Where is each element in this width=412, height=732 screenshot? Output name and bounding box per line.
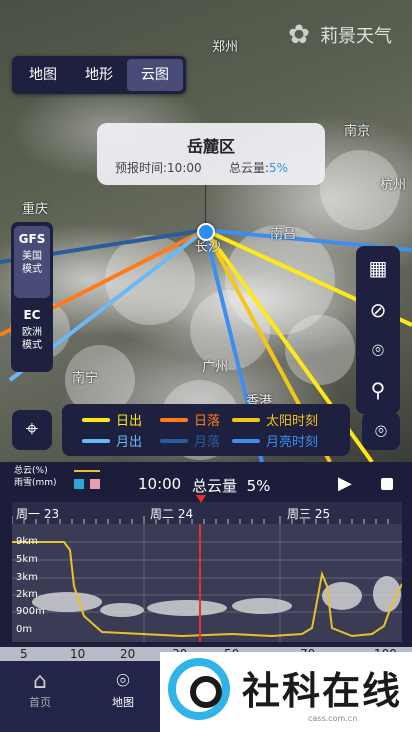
timeline-cloud: 总云量 5%: [192, 475, 270, 496]
logo-text: 莉景天气: [320, 26, 392, 47]
model-panel: GFS 美国 模式 EC 欧洲 模式: [11, 222, 53, 372]
legend-sunset: 日落: [160, 410, 220, 429]
legend-rain-label: 雨雪(mm): [14, 478, 57, 488]
popup-title: 岳麓区: [186, 137, 235, 156]
timeline-panel: 总云(%) 雨雪(mm) 10:00 总云量 5% ▶ 周一 23 周二 24 …: [0, 462, 412, 647]
watermark-overlay: 社科在线 cass.com.cn: [160, 652, 412, 732]
legend-label: 月亮时刻: [266, 435, 319, 450]
legend-swatch: [160, 438, 188, 443]
layer-tabs: 地图 地形 云图: [12, 56, 186, 94]
timeline-time: 10:00: [138, 475, 182, 493]
satellite-icon[interactable]: ⊘: [366, 298, 390, 322]
watermark-text: 社科在线: [242, 669, 403, 713]
timeline-cloud-value: 5%: [246, 477, 271, 495]
nav-home-label: 首页: [29, 696, 51, 709]
home-icon: ⌂: [33, 669, 47, 694]
model-ec-desc1: 欧洲: [22, 327, 42, 338]
cloud-profile-plot[interactable]: 9km 5km 3km 2km 900m 0m: [12, 524, 402, 642]
cloud-map[interactable]: 郑州 南京 杭州 重庆 长沙 南昌 广州 南宁 香港 ✿ 莉景天气 地图 地形 …: [0, 0, 412, 462]
cloud-amount-value: 5%: [269, 161, 289, 175]
legend-sun-time: 太阳时刻: [232, 410, 318, 429]
model-ec[interactable]: EC 欧洲 模式: [14, 302, 50, 368]
legend-moonrise: 月出: [82, 431, 142, 450]
screenshot-camera-icon[interactable]: ⌾: [362, 412, 400, 450]
day-monday: 周一 23: [16, 507, 60, 521]
model-gfs-code: GFS: [18, 232, 46, 246]
legend-label: 日出: [116, 414, 143, 429]
legend-swatch: [160, 417, 188, 422]
legend-swatch: [82, 438, 110, 443]
day-row: 周一 23 周二 24 周三 25: [12, 502, 402, 524]
city-guangzhou: 广州: [202, 360, 229, 375]
scale-label: 5: [20, 647, 28, 661]
city-nanchang: 南昌: [270, 227, 297, 242]
scale-label: 10: [70, 647, 86, 661]
cloud-line-swatch: [74, 470, 100, 472]
legend-swatch: [82, 417, 110, 422]
day-ticks: [12, 516, 389, 524]
y-label-0m: 0m: [16, 624, 33, 635]
day-tuesday: 周二 24: [150, 507, 194, 521]
city-nanning: 南宁: [72, 371, 99, 386]
model-ec-desc2: 模式: [22, 340, 42, 351]
y-label-5km: 5km: [16, 554, 38, 565]
cloud-amount: 总云量:5%: [229, 159, 288, 176]
tab-map[interactable]: 地图: [15, 59, 71, 91]
forecast-time-value: 10:00: [167, 161, 202, 175]
watermark-logo-icon: [168, 658, 230, 720]
legend-label: 日落: [194, 414, 221, 429]
forecast-time: 预报时间:10:00: [115, 159, 202, 176]
legend-label: 太阳时刻: [266, 414, 319, 429]
time-marker-top-icon[interactable]: [196, 495, 206, 503]
rain-swatch: [74, 479, 84, 489]
tab-terrain[interactable]: 地形: [71, 59, 127, 91]
camera-icon: ⌾: [116, 669, 130, 694]
legend-moon-time: 月亮时刻: [232, 431, 318, 450]
forecast-time-label: 预报时间:: [115, 161, 168, 175]
stop-icon[interactable]: [381, 478, 393, 490]
legend-swatch: [232, 438, 260, 443]
app-logo: ✿ 莉景天气: [284, 20, 392, 50]
city-hangzhou: 杭州: [380, 178, 407, 193]
city-chongqing: 重庆: [22, 202, 49, 217]
flower-icon: ✿: [288, 20, 310, 50]
tool-panel: ▦ ⊘ ⌾ ⚲: [356, 246, 400, 414]
nav-home[interactable]: ⌂ 首页: [10, 669, 70, 710]
location-pin-icon[interactable]: [197, 223, 215, 241]
watermark-url: cass.com.cn: [308, 714, 358, 723]
legend-moonset: 月落: [160, 431, 220, 450]
y-label-2km: 2km: [16, 589, 38, 600]
scale-label: 20: [120, 647, 136, 661]
timeline-legend: 总云(%) 雨雪(mm): [14, 465, 57, 489]
model-gfs-desc1: 美国: [22, 251, 42, 262]
tab-cloud[interactable]: 云图: [127, 59, 183, 91]
nav-map[interactable]: ⌾ 地图: [93, 669, 153, 710]
y-label-3km: 3km: [16, 572, 38, 583]
city-zhengzhou: 郑州: [212, 40, 239, 55]
day-wednesday: 周三 25: [287, 507, 331, 521]
location-popup[interactable]: 岳麓区 预报时间:10:00 总云量:5%: [97, 123, 325, 185]
sun-moon-legend: 日出 日落 太阳时刻 月出 月落 月亮时刻: [62, 404, 350, 456]
grid-icon[interactable]: ▦: [366, 256, 390, 280]
nav-map-label: 地图: [112, 696, 134, 709]
locate-icon[interactable]: ⌖: [12, 410, 52, 450]
profile-svg: [12, 524, 402, 642]
model-gfs[interactable]: GFS 美国 模式: [14, 226, 50, 298]
legend-label: 月出: [116, 435, 143, 450]
y-label-900m: 900m: [16, 606, 45, 617]
legend-sunrise: 日出: [82, 410, 142, 429]
cloud-amount-label: 总云量:: [229, 161, 270, 175]
timeline-cloud-label: 总云量: [192, 477, 238, 495]
legend-cloud-label: 总云(%): [14, 466, 48, 476]
search-icon[interactable]: ⚲: [366, 378, 390, 402]
camera-icon[interactable]: ⌾: [366, 338, 390, 362]
legend-swatch: [232, 417, 260, 422]
model-ec-code: EC: [23, 308, 41, 322]
play-icon[interactable]: ▶: [338, 474, 358, 494]
city-nanjing: 南京: [344, 124, 371, 139]
legend-label: 月落: [194, 435, 221, 450]
snow-swatch: [90, 479, 100, 489]
y-label-9km: 9km: [16, 536, 38, 547]
model-gfs-desc2: 模式: [22, 264, 42, 275]
